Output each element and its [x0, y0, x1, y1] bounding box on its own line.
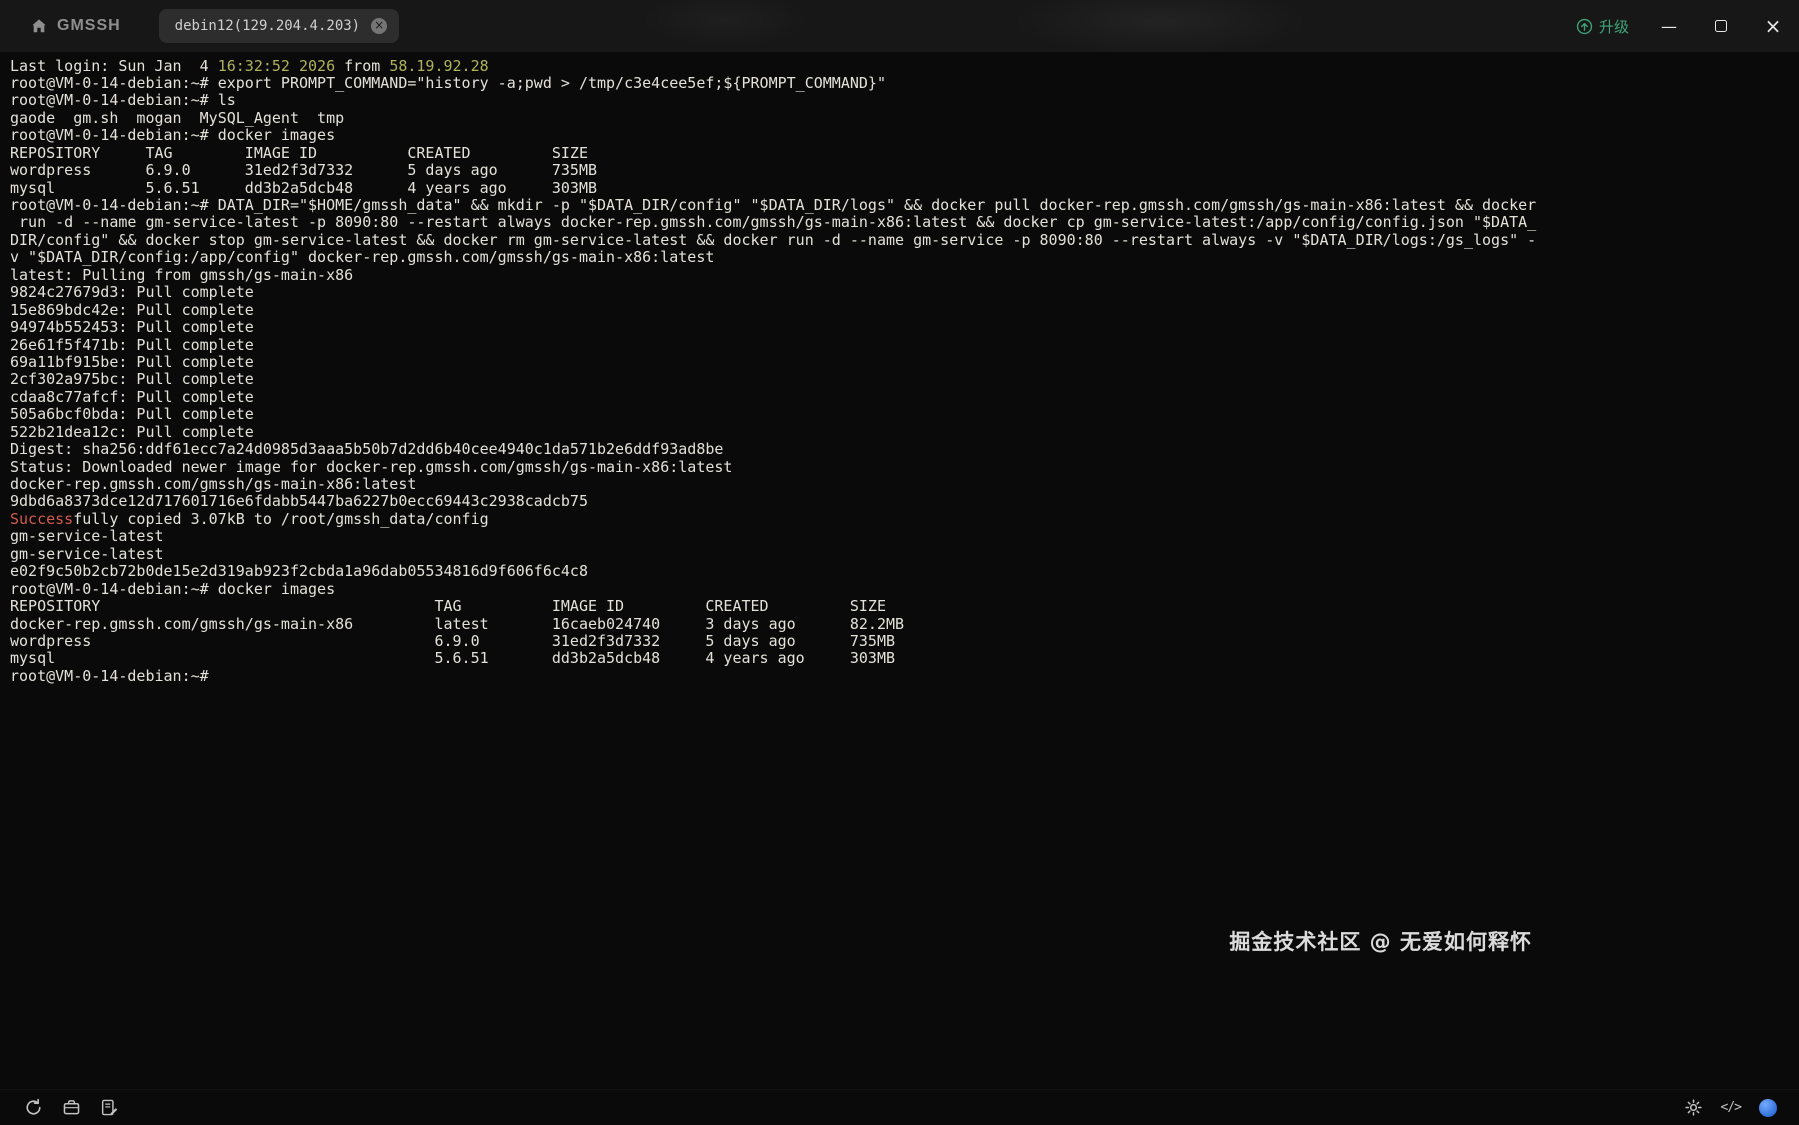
terminal-line: REPOSITORY TAG IMAGE ID CREATED SIZE	[10, 598, 1799, 615]
terminal-line: root@VM-0-14-debian:~# docker images	[10, 127, 1799, 144]
close-button[interactable]: ×	[1747, 0, 1799, 52]
terminal-line: 15e869bdc42e: Pull complete	[10, 302, 1799, 319]
home-icon	[30, 17, 48, 35]
upgrade-button[interactable]: 升级	[1576, 16, 1629, 37]
terminal-line: 69a11bf915be: Pull complete	[10, 354, 1799, 371]
code-view-button[interactable]: </>	[1721, 1100, 1741, 1115]
terminal-line: Digest: sha256:ddf61ecc7a24d0985d3aaa5b5…	[10, 441, 1799, 458]
terminal-line: DIR/config" && docker stop gm-service-la…	[10, 232, 1799, 249]
session-tab-label: debin12(129.204.4.203)	[175, 18, 360, 34]
terminal-line: cdaa8c77afcf: Pull complete	[10, 389, 1799, 406]
terminal-line: v "$DATA_DIR/config:/app/config" docker-…	[10, 249, 1799, 266]
maximize-button[interactable]	[1695, 0, 1747, 52]
upgrade-icon	[1576, 18, 1593, 35]
terminal-line: run -d --name gm-service-latest -p 8090:…	[10, 214, 1799, 231]
terminal-line: root@VM-0-14-debian:~# ls	[10, 92, 1799, 109]
assistant-icon	[1759, 1099, 1777, 1117]
smoke-decoration	[1010, 0, 1310, 56]
refresh-button[interactable]	[24, 1098, 43, 1117]
terminal-line: gm-service-latest	[10, 528, 1799, 545]
app-home-button[interactable]: GMSSH	[30, 17, 121, 35]
terminal-line: 9824c27679d3: Pull complete	[10, 284, 1799, 301]
gear-icon	[1684, 1098, 1703, 1117]
file-edit-icon	[100, 1098, 119, 1117]
terminal-line: Successfully copied 3.07kB to /root/gmss…	[10, 511, 1799, 528]
terminal-line: gaode gm.sh mogan MySQL_Agent tmp	[10, 110, 1799, 127]
assistant-button[interactable]	[1759, 1099, 1777, 1117]
refresh-icon	[24, 1098, 43, 1117]
terminal-line: wordpress 6.9.0 31ed2f3d7332 5 days ago …	[10, 633, 1799, 650]
terminal-line: wordpress 6.9.0 31ed2f3d7332 5 days ago …	[10, 162, 1799, 179]
terminal-line: 94974b552453: Pull complete	[10, 319, 1799, 336]
toolbox-button[interactable]	[62, 1098, 81, 1117]
terminal-line: root@VM-0-14-debian:~#	[10, 668, 1799, 685]
session-tab[interactable]: debin12(129.204.4.203) ×	[159, 9, 399, 43]
file-edit-button[interactable]	[100, 1098, 119, 1117]
window-controls: — ×	[1643, 0, 1799, 52]
settings-button[interactable]	[1684, 1098, 1703, 1117]
terminal-line: docker-rep.gmssh.com/gmssh/gs-main-x86 l…	[10, 616, 1799, 633]
terminal-line: REPOSITORY TAG IMAGE ID CREATED SIZE	[10, 145, 1799, 162]
terminal-line: latest: Pulling from gmssh/gs-main-x86	[10, 267, 1799, 284]
terminal-line: 2cf302a975bc: Pull complete	[10, 371, 1799, 388]
terminal-line: 26e61f5f471b: Pull complete	[10, 337, 1799, 354]
tab-close-icon[interactable]: ×	[371, 18, 387, 34]
terminal-line: 522b21dea12c: Pull complete	[10, 424, 1799, 441]
terminal-line: e02f9c50b2cb72b0de15e2d319ab923f2cbda1a9…	[10, 563, 1799, 580]
bottom-toolbar-right: </>	[1684, 1098, 1777, 1117]
minimize-button[interactable]: —	[1643, 0, 1695, 52]
upgrade-label: 升级	[1599, 16, 1629, 37]
terminal-line: Status: Downloaded newer image for docke…	[10, 459, 1799, 476]
terminal-line: root@VM-0-14-debian:~# docker images	[10, 581, 1799, 598]
minimize-icon: —	[1661, 17, 1677, 36]
toolbox-icon	[62, 1098, 81, 1117]
terminal-line: gm-service-latest	[10, 546, 1799, 563]
terminal-line: mysql 5.6.51 dd3b2a5dcb48 4 years ago 30…	[10, 180, 1799, 197]
titlebar: GMSSH debin12(129.204.4.203) × 升级 — ×	[0, 0, 1799, 52]
maximize-icon	[1715, 20, 1727, 32]
terminal-line: root@VM-0-14-debian:~# export PROMPT_COM…	[10, 75, 1799, 92]
bottom-toolbar: </>	[0, 1089, 1799, 1125]
terminal-output[interactable]: Last login: Sun Jan 4 16:32:52 2026 from…	[0, 52, 1799, 1089]
terminal-line: docker-rep.gmssh.com/gmssh/gs-main-x86:l…	[10, 476, 1799, 493]
bottom-toolbar-left	[24, 1098, 119, 1117]
terminal-line: 9dbd6a8373dce12d717601716e6fdabb5447ba62…	[10, 493, 1799, 510]
terminal-line: Last login: Sun Jan 4 16:32:52 2026 from…	[10, 58, 1799, 75]
terminal-line: mysql 5.6.51 dd3b2a5dcb48 4 years ago 30…	[10, 650, 1799, 667]
smoke-decoration	[640, 0, 810, 47]
terminal-line: root@VM-0-14-debian:~# DATA_DIR="$HOME/g…	[10, 197, 1799, 214]
terminal-line: 505a6bcf0bda: Pull complete	[10, 406, 1799, 423]
app-name: GMSSH	[57, 17, 121, 35]
close-icon: ×	[1765, 14, 1782, 38]
